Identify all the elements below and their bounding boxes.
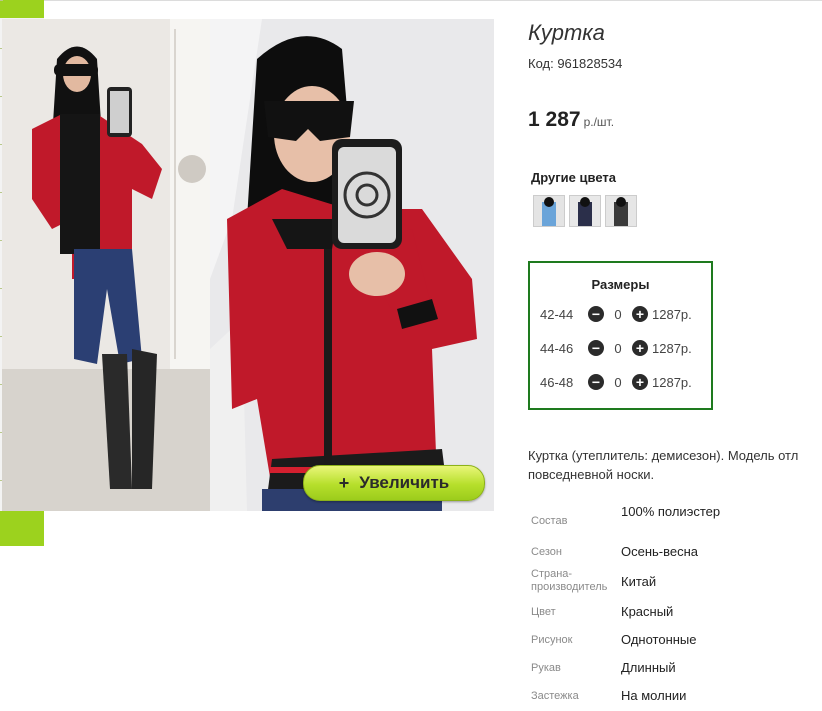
size-label: 42-44	[540, 306, 574, 322]
size-quantity[interactable]: 0	[604, 307, 632, 322]
color-swatch-3[interactable]	[605, 195, 637, 227]
zoom-button[interactable]: + Увеличить	[303, 465, 485, 501]
property-value: 100% полиэстер	[621, 504, 721, 519]
size-row: 46-48 − 0 + 1287р.	[540, 372, 692, 392]
property-value: Осень-весна	[621, 544, 699, 559]
sizes-box: Размеры 42-44 − 0 + 1287р. 44-46 − 0 + 1…	[528, 261, 713, 410]
description-line-1: Куртка (утеплитель: демисезон). Модель о…	[528, 448, 799, 463]
zoom-button-label: Увеличить	[359, 473, 450, 492]
product-description: Куртка (утеплитель: демисезон). Модель о…	[528, 446, 822, 484]
property-value: На молнии	[621, 688, 687, 703]
size-price: 1287р.	[652, 306, 692, 322]
thumb-strip-active[interactable]	[0, 511, 44, 546]
product-title: Куртка	[528, 20, 605, 45]
property-key: Цвет	[531, 606, 556, 618]
color-swatch-2[interactable]	[569, 195, 601, 227]
property-value: Однотонные	[621, 632, 697, 647]
product-code: Код: 961828534	[528, 56, 623, 71]
property-value: Длинный	[621, 660, 676, 675]
property-key: Состав	[531, 515, 568, 527]
minus-icon[interactable]: −	[588, 306, 604, 322]
property-key: Сезон	[531, 546, 562, 558]
product-photo[interactable]	[2, 19, 494, 511]
size-price: 1287р.	[652, 340, 692, 356]
color-swatch-1[interactable]	[533, 195, 565, 227]
thumb-strip-top[interactable]	[0, 0, 44, 18]
property-value: Красный	[621, 604, 674, 619]
top-divider	[44, 0, 822, 1]
description-line-2: повседневной носки.	[528, 467, 655, 482]
property-key: Страна-производитель	[531, 568, 608, 593]
size-label: 44-46	[540, 340, 574, 356]
plus-icon[interactable]: +	[632, 374, 648, 390]
size-label: 46-48	[540, 374, 574, 390]
size-quantity[interactable]: 0	[604, 375, 632, 390]
size-row: 42-44 − 0 + 1287р.	[540, 304, 692, 324]
product-price: 1 287 р./шт.	[528, 108, 614, 132]
size-price: 1287р.	[652, 374, 692, 390]
property-key: Застежка	[531, 690, 579, 702]
price-unit: р./шт.	[583, 115, 615, 129]
minus-icon[interactable]: −	[588, 374, 604, 390]
property-key: Рукав	[531, 662, 561, 674]
product-photo-illustration	[2, 19, 494, 511]
property-key: Рисунок	[531, 634, 573, 646]
other-colors-title: Другие цвета	[531, 170, 616, 185]
price-value: 1 287	[528, 108, 581, 131]
plus-icon[interactable]: +	[632, 340, 648, 356]
minus-icon[interactable]: −	[588, 340, 604, 356]
size-quantity[interactable]: 0	[604, 341, 632, 356]
zoom-plus-icon: +	[338, 472, 350, 493]
plus-icon[interactable]: +	[632, 306, 648, 322]
property-value: Китай	[621, 574, 657, 589]
sizes-title: Размеры	[591, 277, 650, 292]
size-row: 44-46 − 0 + 1287р.	[540, 338, 692, 358]
